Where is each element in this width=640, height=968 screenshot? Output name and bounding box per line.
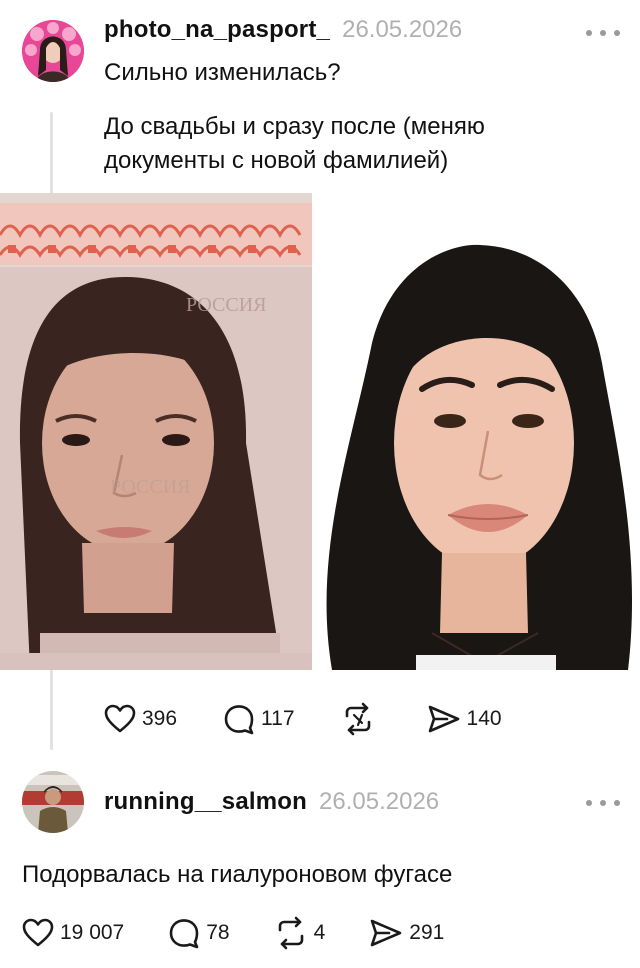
avatar[interactable]: [22, 771, 84, 833]
share-button[interactable]: 291: [369, 918, 444, 948]
share-button[interactable]: 140: [427, 704, 502, 734]
repost-count: 4: [313, 921, 326, 944]
reply-actions: 19 007 78 4 291: [22, 916, 490, 950]
share-count: 291: [409, 921, 445, 944]
passport-stamp-text-2: РОССИЯ: [110, 476, 191, 498]
heart-icon: [104, 704, 136, 733]
send-icon: [370, 919, 402, 947]
post-date: 26.05.2026: [342, 16, 463, 43]
passport-photo[interactable]: РОССИЯ РОССИЯ: [0, 193, 312, 670]
like-button[interactable]: 396: [104, 704, 177, 734]
like-count: 396: [142, 707, 178, 730]
comment-bubble-icon: [169, 919, 199, 949]
more-dots-icon[interactable]: [586, 28, 620, 38]
reply-body: Подорвалась на гиалуроновом фугасе: [22, 861, 453, 888]
portrait-photo[interactable]: [312, 193, 640, 670]
comment-bubble-icon: [224, 705, 254, 735]
post-title: Сильно изменилась?: [104, 59, 341, 86]
post-username[interactable]: photo_na_pasport_: [104, 16, 330, 44]
passport-stamp-text: РОССИЯ: [186, 294, 267, 316]
post-actions: 396 117 140: [104, 702, 548, 736]
share-count: 140: [466, 707, 502, 730]
reply-date: 26.05.2026: [319, 788, 440, 815]
post-body: До свадьбы и сразу после (меняю документ…: [104, 113, 485, 174]
more-dots-icon[interactable]: [586, 798, 620, 808]
like-count: 19 007: [60, 921, 125, 944]
repost-icon: [278, 916, 303, 950]
comment-count: 78: [206, 921, 230, 944]
reply-username[interactable]: running__salmon: [104, 788, 307, 816]
send-icon: [428, 705, 459, 733]
repost-icon: [345, 702, 370, 736]
comment-button[interactable]: 117: [223, 703, 295, 735]
avatar[interactable]: [22, 20, 84, 82]
comment-button[interactable]: 78: [168, 917, 230, 949]
repost-button[interactable]: [341, 702, 381, 736]
like-button[interactable]: 19 007: [22, 918, 124, 948]
comment-count: 117: [261, 707, 295, 730]
repost-button[interactable]: 4: [274, 916, 326, 950]
heart-icon: [22, 918, 54, 947]
